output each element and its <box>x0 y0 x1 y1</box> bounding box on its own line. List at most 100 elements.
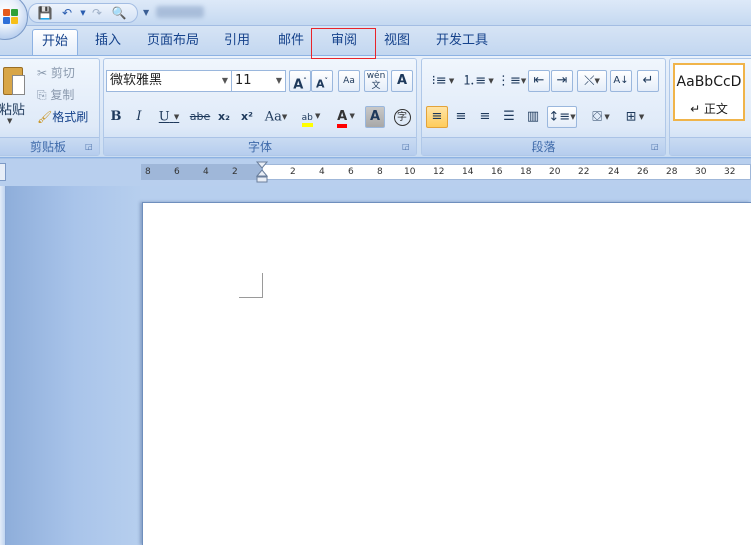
margin-corner-mark <box>239 273 263 298</box>
paint-bucket-icon: ⛋ <box>592 109 603 125</box>
font-launcher-icon[interactable]: ◲ <box>402 142 412 152</box>
grow-font-button[interactable]: A˄ <box>289 70 311 92</box>
ruler-area: 8 6 4 2 2 4 6 8 10 12 14 16 18 20 22 24 … <box>0 159 751 186</box>
borders-button[interactable]: ⊞ ▼ <box>619 106 651 128</box>
redo-icon[interactable]: ↷ <box>89 6 105 21</box>
chevron-down-icon: ▼ <box>486 77 494 85</box>
change-case-button[interactable]: Aa▼ <box>261 106 291 128</box>
tab-references[interactable]: 引用 <box>216 29 258 55</box>
increase-indent-button[interactable]: ⇥ <box>551 70 573 92</box>
align-left-button[interactable]: ≡ <box>426 106 448 128</box>
tab-selector-button[interactable] <box>0 163 6 181</box>
ruler-tick: 30 <box>695 167 707 177</box>
horizontal-ruler[interactable]: 8 6 4 2 2 4 6 8 10 12 14 16 18 20 22 24 … <box>141 164 751 180</box>
font-name-combo[interactable]: 微软雅黑 ▼ <box>106 70 232 92</box>
align-center-icon: ≡ <box>455 109 467 124</box>
styles-group-label <box>670 137 751 155</box>
chevron-down-icon: ▼ <box>281 113 288 121</box>
tab-insert[interactable]: 插入 <box>87 29 129 55</box>
ruler-tick: 2 <box>232 167 238 177</box>
cut-button[interactable]: ✂ 剪切 <box>37 64 75 82</box>
bold-button[interactable]: B <box>107 106 125 128</box>
ruler-tick: 28 <box>666 167 678 177</box>
clear-formatting-button[interactable]: Aa <box>338 70 360 92</box>
paragraph-group: ⁝≡ ▼ ⒈≡ ▼ ⋮≡▼ ⇤ ⇥ ⤬▼ A↓ ↵ ≡ ≡ ≡ ☰ ▥ ↕≡▼ … <box>421 58 666 156</box>
borders-icon: ⊞ <box>625 109 637 125</box>
strikethrough-button[interactable]: abe <box>188 106 212 128</box>
justify-button[interactable]: ☰ <box>498 106 520 128</box>
chinese-layout-button[interactable]: ⤬▼ <box>577 70 607 92</box>
indent-marker-icon[interactable] <box>256 161 268 183</box>
eraser-icon: Aa <box>343 76 355 86</box>
highlighter-icon: ab <box>301 112 313 127</box>
font-size-value: 11 <box>235 73 252 88</box>
paste-dropdown-icon[interactable]: ▼ <box>7 117 12 125</box>
chevron-down-icon: ▼ <box>221 76 228 85</box>
enclose-characters-button[interactable]: 字 <box>391 106 413 128</box>
character-shading-button[interactable]: A <box>365 106 385 128</box>
shading-button[interactable]: ⛋ ▼ <box>583 106 619 128</box>
align-center-button[interactable]: ≡ <box>450 106 472 128</box>
bullet-list-icon: ⁝≡ <box>431 73 447 89</box>
multilevel-list-button[interactable]: ⋮≡▼ <box>496 70 526 92</box>
paragraph-group-label: 段落 <box>422 137 665 155</box>
italic-button[interactable]: I <box>130 106 148 128</box>
ruler-tick: 6 <box>174 167 180 177</box>
show-marks-button[interactable]: ↵ <box>637 70 659 92</box>
tab-developer[interactable]: 开发工具 <box>430 29 494 55</box>
font-size-combo[interactable]: 11 ▼ <box>231 70 286 92</box>
phonetic-guide-button[interactable]: wén 文 <box>364 70 388 92</box>
justify-icon: ☰ <box>503 109 515 124</box>
decrease-indent-button[interactable]: ⇤ <box>528 70 550 92</box>
clipboard-launcher-icon[interactable]: ◲ <box>85 142 95 152</box>
ruler-tick: 26 <box>637 167 649 177</box>
paste-icon[interactable] <box>3 63 25 97</box>
ruler-tick: 24 <box>608 167 620 177</box>
customize-qat-icon[interactable]: ▼ <box>143 8 149 17</box>
save-icon[interactable]: 💾 <box>37 6 53 21</box>
ruler-tick: 4 <box>203 167 209 177</box>
sort-button[interactable]: A↓ <box>610 70 632 92</box>
ruler-tick: 10 <box>404 167 416 177</box>
character-border-button[interactable]: A <box>391 70 413 92</box>
tab-home[interactable]: 开始 <box>32 29 78 55</box>
undo-icon[interactable]: ↶ <box>59 6 75 21</box>
tab-view[interactable]: 视图 <box>376 29 418 55</box>
font-group: 微软雅黑 ▼ 11 ▼ A˄ A˅ Aa wén 文 A B I U ▼ abe … <box>103 58 417 156</box>
distributed-button[interactable]: ▥ <box>522 106 544 128</box>
document-page[interactable] <box>142 202 751 545</box>
tab-page-layout[interactable]: 页面布局 <box>141 29 205 55</box>
underline-button[interactable]: U ▼ <box>154 106 184 128</box>
vertical-ruler[interactable] <box>0 186 6 545</box>
paragraph-launcher-icon[interactable]: ◲ <box>651 142 661 152</box>
ruler-tick: 12 <box>433 167 445 177</box>
tab-mailings[interactable]: 邮件 <box>269 29 313 55</box>
numbering-button[interactable]: ⒈≡ ▼ <box>461 70 495 92</box>
format-painter-button[interactable]: 🖌格式刷 <box>37 108 88 126</box>
chevron-down-icon: ▼ <box>602 113 610 121</box>
ruler-tick: 20 <box>549 167 561 177</box>
print-preview-icon[interactable]: 🔍 <box>111 6 127 21</box>
paste-button-label[interactable]: 粘贴 <box>0 99 27 118</box>
line-spacing-button[interactable]: ↕≡▼ <box>547 106 577 128</box>
quick-access-toolbar: 💾 ↶ ▼ ↷ 🔍 <box>28 3 138 23</box>
review-tab-highlight-box <box>311 28 376 59</box>
copy-button[interactable]: ⎘ 复制 <box>37 86 74 104</box>
align-right-button[interactable]: ≡ <box>474 106 496 128</box>
superscript-button[interactable]: x² <box>237 106 257 128</box>
document-title <box>156 6 204 18</box>
subscript-button[interactable]: x₂ <box>214 106 234 128</box>
highlight-color-button[interactable]: ab ▼ <box>294 105 328 127</box>
ruler-tick: 18 <box>520 167 532 177</box>
chevron-down-icon: ▼ <box>312 112 321 120</box>
style-normal-tile[interactable]: AaBbCcD ↵ 正文 <box>673 63 745 121</box>
font-group-label: 字体 <box>104 137 416 155</box>
chevron-down-icon: ▼ <box>594 77 600 85</box>
font-color-button[interactable]: A ▼ <box>330 105 362 128</box>
document-area <box>0 186 751 545</box>
copy-icon: ⎘ <box>37 88 51 102</box>
chevron-down-icon: ▼ <box>636 113 645 121</box>
bullets-button[interactable]: ⁝≡ ▼ <box>426 70 460 92</box>
shrink-font-button[interactable]: A˅ <box>311 70 333 92</box>
decrease-indent-icon: ⇤ <box>533 73 545 88</box>
